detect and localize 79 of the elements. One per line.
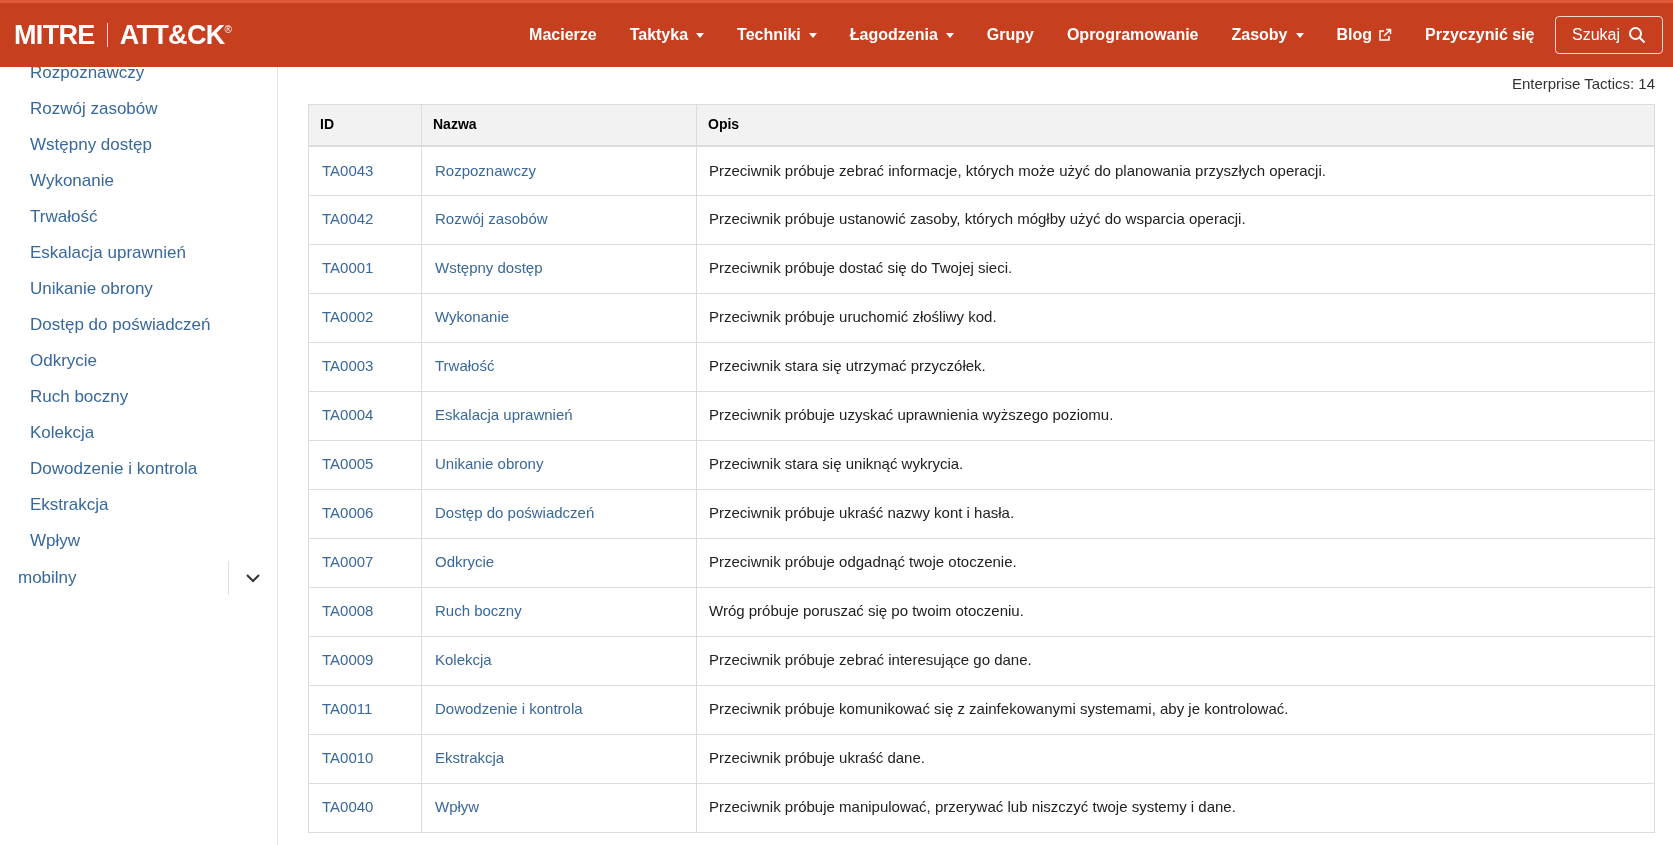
description-cell: Wróg próbuje poruszać się po twoim otoczeniu. xyxy=(696,587,1655,636)
tactic-id-link[interactable]: TA0004 xyxy=(322,406,374,424)
sidebar-section[interactable]: mobilny xyxy=(0,565,228,591)
sidebar-link[interactable]: Dostęp do poświadczeń xyxy=(0,307,277,343)
nav-link[interactable]: Przyczynić się xyxy=(1408,23,1551,47)
caret-icon xyxy=(945,32,954,38)
sidebar-link[interactable]: Wstępny dostęp xyxy=(0,127,277,163)
tactic-id-link[interactable]: TA0010 xyxy=(322,749,374,767)
sidebar-link[interactable]: Eskalacja uprawnień xyxy=(0,235,277,271)
description-cell: Przeciwnik próbuje uzyskać uprawnienia wyższego poziomu. xyxy=(696,391,1655,440)
tactic-name-link[interactable]: Ruch boczny xyxy=(435,602,522,620)
tactic-id-link[interactable]: TA0043 xyxy=(322,161,374,179)
description-cell: Przeciwnik próbuje manipulować, przerywać lub niszczyć twoje systemy i dane. xyxy=(696,783,1655,832)
tactic-name-link[interactable]: Wstępny dostęp xyxy=(435,259,543,277)
tactic-name-link[interactable]: Ekstrakcja xyxy=(435,749,505,767)
sidebar-link[interactable]: Wpływ xyxy=(0,523,277,559)
nav-link[interactable]: Zasoby xyxy=(1215,23,1320,47)
tactic-id-link[interactable]: TA0009 xyxy=(322,651,374,669)
nav-link[interactable]: Blog xyxy=(1320,23,1409,47)
nav-link[interactable]: Macierze xyxy=(512,23,614,47)
tactic-name-link[interactable]: Odkrycie xyxy=(435,553,495,571)
nav-link[interactable]: Łagodzenia xyxy=(833,23,971,47)
tactic-name-link[interactable]: Rozpoznawczy xyxy=(435,161,536,179)
search-icon xyxy=(1628,26,1646,44)
caret-icon xyxy=(696,32,705,38)
tactic-name-link[interactable]: Wykonanie xyxy=(435,308,510,326)
tactic-name-link[interactable]: Wpływ xyxy=(435,798,480,816)
column-header: ID xyxy=(308,104,422,146)
nav-link[interactable]: Techniki xyxy=(720,23,834,47)
caret-icon xyxy=(1295,32,1304,38)
description-cell: Przeciwnik próbuje komunikować się z zainfekowanymi systemami, aby je kontrolować. xyxy=(696,685,1655,734)
sidebar-link[interactable]: Unikanie obrony xyxy=(0,271,277,307)
nav-link[interactable]: Taktyka xyxy=(613,23,721,47)
description-cell: Przeciwnik stara się uniknąć wykrycia. xyxy=(696,440,1655,489)
tactic-id-link[interactable]: TA0007 xyxy=(322,553,374,571)
sidebar-link[interactable]: Rozwój zasobów xyxy=(0,91,277,127)
description-cell: Przeciwnik próbuje uruchomić złośliwy kod. xyxy=(696,293,1655,342)
column-header: Nazwa xyxy=(421,104,697,146)
sidebar-link[interactable]: Ruch boczny xyxy=(0,379,277,415)
tactic-id-link[interactable]: TA0003 xyxy=(322,357,374,375)
description-cell: Przeciwnik próbuje odgadnąć twoje otoczenie. xyxy=(696,538,1655,587)
tactic-name-link[interactable]: Dostęp do poświadczeń xyxy=(435,504,595,522)
chevron-icon xyxy=(246,573,260,583)
sidebar-link[interactable]: Odkrycie xyxy=(0,343,277,379)
tactic-id-link[interactable]: TA0042 xyxy=(322,210,374,228)
tactic-name-link[interactable]: Kolekcja xyxy=(435,651,492,669)
sidebar-link[interactable]: Dowodzenie i kontrola xyxy=(0,451,277,487)
tactic-name-link[interactable]: Trwałość xyxy=(435,357,495,375)
nav-link[interactable]: Oprogramowanie xyxy=(1050,23,1215,47)
description-cell: Przeciwnik próbuje dostać się do Twojej sieci. xyxy=(696,244,1655,293)
nav-link[interactable]: Grupy xyxy=(970,23,1051,47)
tactic-id-link[interactable]: TA0040 xyxy=(322,798,374,816)
tactics-count: Enterprise Tactics: 14 xyxy=(1511,74,1655,94)
sidebar-link[interactable]: Wykonanie xyxy=(0,163,277,199)
tactic-name-link[interactable]: Eskalacja uprawnień xyxy=(435,406,573,424)
description-cell: Przeciwnik próbuje zebrać informacje, których może użyć do planowania przyszłych operacji. xyxy=(696,146,1655,195)
tactic-id-link[interactable]: TA0008 xyxy=(322,602,374,620)
description-cell: Przeciwnik próbuje ukraść dane. xyxy=(696,734,1655,783)
sidebar-link[interactable]: Ekstrakcja xyxy=(0,487,277,523)
description-cell: Przeciwnik próbuje zebrać interesujące go dane. xyxy=(696,636,1655,685)
description-cell: Przeciwnik stara się utrzymać przyczółek. xyxy=(696,342,1655,391)
tactic-id-link[interactable]: TA0005 xyxy=(322,455,374,473)
description-cell: Przeciwnik próbuje ustanowić zasoby, których mógłby użyć do wsparcia operacji. xyxy=(696,195,1655,244)
tactic-id-link[interactable]: TA0001 xyxy=(322,259,374,277)
caret-icon xyxy=(808,32,817,38)
external-link-icon xyxy=(1378,28,1393,42)
tactic-name-link[interactable]: Dowodzenie i kontrola xyxy=(435,700,583,718)
sidebar-link[interactable]: Rozpoznawczy xyxy=(0,67,277,91)
sidebar-link[interactable]: Kolekcja xyxy=(0,415,277,451)
tactic-id-link[interactable]: TA0006 xyxy=(322,504,374,522)
tactic-id-link[interactable]: TA0011 xyxy=(322,700,373,718)
logo[interactable]: MITRE ATT&CK$^{®}$ xyxy=(14,14,232,56)
sidebar-link[interactable]: Trwałość xyxy=(0,199,277,235)
tactic-id-link[interactable]: TA0002 xyxy=(322,308,374,326)
column-header: Opis xyxy=(696,104,1655,146)
tactic-name-link[interactable]: Rozwój zasobów xyxy=(435,210,548,228)
tactic-name-link[interactable]: Unikanie obrony xyxy=(435,455,544,473)
search-button[interactable]: Szukaj xyxy=(1554,16,1663,54)
description-cell: Przeciwnik próbuje ukraść nazwy kont i hasła. xyxy=(696,489,1655,538)
